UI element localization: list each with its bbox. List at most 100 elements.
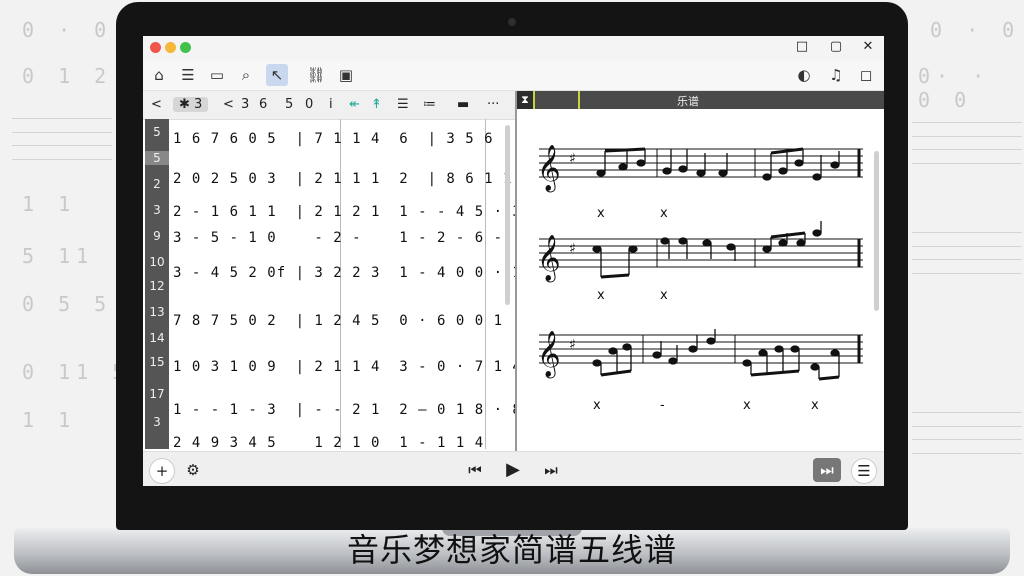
add-button[interactable]: + xyxy=(149,458,175,484)
bell-icon[interactable]: ♫ xyxy=(825,64,847,86)
more-button[interactable]: ··· xyxy=(487,97,499,112)
bg-staff-left xyxy=(12,118,112,160)
score-mark: x xyxy=(743,398,751,413)
svg-text:♯: ♯ xyxy=(569,241,576,257)
bg-numbers-left-3: 1 1 xyxy=(22,192,77,216)
list-icon[interactable]: ☰ xyxy=(177,64,199,86)
flat-button[interactable]: ↟ xyxy=(371,97,382,112)
staff-header: ⧗ 乐谱 xyxy=(517,91,884,109)
previous-icon[interactable]: ⏮ xyxy=(463,458,487,482)
treble-clef-icon: 𝄞 xyxy=(537,145,561,193)
maximize-button[interactable]: ▢ xyxy=(827,38,845,56)
jianpu-toolbar: < ✱ 3 < 3 6 5 0 i ↞ ↟ ☰ ≔ ▬ ··· xyxy=(143,91,515,120)
prev-button[interactable]: < xyxy=(223,97,234,112)
jianpu-row[interactable]: 1 6 7 6 0 5 | 7 1 1 4 6 | 3 5 6 : | 6 4 … xyxy=(173,131,615,147)
score-mark: x xyxy=(660,288,668,303)
bg-staff-right-3 xyxy=(912,412,1022,454)
measure-number: 12 xyxy=(149,279,165,293)
zoom-traffic-light[interactable] xyxy=(180,42,191,53)
score-mark: x xyxy=(597,288,605,303)
jianpu-scrollbar[interactable] xyxy=(505,125,510,305)
note-icon[interactable]: ▭ xyxy=(206,64,228,86)
jianpu-row[interactable]: 2 - 1 6 1 1 | 2 1 2 1 1 - - 4 5 · 3 4 xyxy=(173,204,549,220)
select-tool-icon[interactable]: ↖ xyxy=(266,64,288,86)
bg-numbers-left-6: 0 11 5 xyxy=(22,360,131,384)
lines-button[interactable]: ☰ xyxy=(397,97,409,112)
measure-number: 15 xyxy=(149,355,165,369)
measure-number: 3 xyxy=(153,415,161,429)
main-toolbar: ⌂ ☰ ▭ ⌕ ↖ ⛓ ▣ ◐ ♫ ◻ xyxy=(143,60,884,91)
score-mark: x xyxy=(660,206,668,221)
measure-number: 17 xyxy=(149,387,165,401)
column-divider xyxy=(485,119,486,449)
value-5[interactable]: 5 xyxy=(285,97,293,112)
svg-text:♯: ♯ xyxy=(569,337,576,353)
bg-staff-right-1 xyxy=(912,122,1022,164)
staff-scrollbar[interactable] xyxy=(874,151,879,311)
measure-number: 10 xyxy=(149,255,165,269)
measure-number: 14 xyxy=(149,331,165,345)
staff-panel: ⧗ 乐谱 𝄞 ♯ x x 𝄞 ♯ x x 𝄞 ♯ x - x x xyxy=(517,91,884,451)
jianpu-row[interactable]: 2 4 9 3 4 5 1 2 1 0 1 - 1 1 4 1 1 xyxy=(173,435,493,449)
back-button[interactable]: < xyxy=(151,97,162,112)
staff-tag[interactable]: ⧗ xyxy=(517,91,533,109)
column-divider xyxy=(340,119,341,449)
staff-system-1: 𝄞 ♯ x x xyxy=(537,145,863,221)
measure-number: 9 xyxy=(153,229,161,243)
jianpu-row[interactable]: 1 - - 1 - 3 | - - 2 1 2 — 0 1 8 · 8 6 xyxy=(173,402,549,418)
treble-clef-icon: 𝄞 xyxy=(537,235,561,283)
palette-icon[interactable]: ◐ xyxy=(793,64,815,86)
chat-icon[interactable]: ◻ xyxy=(855,64,877,86)
info-button[interactable]: i xyxy=(329,97,333,112)
home-icon[interactable]: ⌂ xyxy=(148,64,170,86)
menu-button[interactable]: ☰ xyxy=(851,458,877,484)
measure-numbers: 5 5 2 3 9 10 12 13 14 15 17 3 xyxy=(145,119,169,449)
search-icon[interactable]: ⌕ xyxy=(235,64,257,86)
score-mark: - xyxy=(660,398,665,413)
treble-clef-icon: 𝄞 xyxy=(537,331,561,379)
staff-header-label: 乐谱 xyxy=(677,95,699,108)
staff-score[interactable]: 𝄞 ♯ x x 𝄞 ♯ x x 𝄞 ♯ x - x x xyxy=(517,109,884,451)
link-icon[interactable]: ⛓ xyxy=(305,64,327,86)
sharp-button[interactable]: ↞ xyxy=(349,97,360,112)
staff-system-2: 𝄞 ♯ x x xyxy=(537,221,863,303)
image-icon[interactable]: ▣ xyxy=(335,64,357,86)
measure-number: 2 xyxy=(153,177,161,191)
bg-numbers-left-4: 5 11 xyxy=(22,244,95,268)
bg-numbers-right-2: 0· · 0 0 xyxy=(918,64,991,112)
settings-icon[interactable]: ⚙ xyxy=(181,458,205,482)
score-mark: x xyxy=(597,206,605,221)
title-bar: □ ▢ ✕ xyxy=(143,36,884,60)
jianpu-row[interactable]: 1 0 3 1 0 9 | 2 1 1 4 3 - 0 · 7 1 4 1 xyxy=(173,359,549,375)
minimize-button[interactable]: □ xyxy=(793,38,811,56)
jianpu-row[interactable]: 7 8 7 5 0 2 | 1 2 4 5 0 · 6 0 0 1 : 8 0 … xyxy=(173,313,587,329)
list-button[interactable]: ≔ xyxy=(423,97,436,112)
value-3[interactable]: 3 xyxy=(241,97,249,112)
close-traffic-light[interactable] xyxy=(150,42,161,53)
jianpu-row[interactable]: 3 - 5 - 1 0 - 2 - 1 - 2 - 6 - 4 xyxy=(173,230,530,246)
camera xyxy=(508,18,516,26)
bar-button[interactable]: ▬ xyxy=(457,97,469,112)
measure-number: 5 xyxy=(153,125,161,139)
bg-numbers-left-7: 1 1 xyxy=(22,408,77,432)
value-0[interactable]: 0 xyxy=(305,97,313,112)
step-forward-button[interactable]: ⏭ xyxy=(813,458,841,482)
play-icon[interactable]: ▶ xyxy=(501,458,525,482)
value-6[interactable]: 6 xyxy=(259,97,267,112)
mode-toggle[interactable]: ✱ 3 xyxy=(173,97,209,112)
close-button[interactable]: ✕ xyxy=(859,38,877,56)
bg-staff-right-2 xyxy=(912,232,1022,274)
jianpu-panel: < ✱ 3 < 3 6 5 0 i ↞ ↟ ☰ ≔ ▬ ··· 5 5 2 3 … xyxy=(143,91,615,451)
measure-number: 13 xyxy=(149,305,165,319)
playhead-tick xyxy=(533,91,535,109)
jianpu-row[interactable]: 2 0 2 5 0 3 | 2 1 1 1 2 | 8 6 1 1 3 1 xyxy=(173,171,559,187)
playback-bar: + ⚙ ⏮ ▶ ⏭ ⏭ ☰ xyxy=(143,451,884,486)
minimize-traffic-light[interactable] xyxy=(165,42,176,53)
playhead-tick xyxy=(578,91,580,109)
bg-numbers-right-1: 0 · 0 xyxy=(930,18,1021,42)
jianpu-row[interactable]: 3 - 4 5 2 0f | 3 2 2 3 1 - 4 0 0 · 1 3 xyxy=(173,265,549,281)
next-icon[interactable]: ⏭ xyxy=(539,458,563,482)
measure-number: 3 xyxy=(153,203,161,217)
svg-text:♯: ♯ xyxy=(569,151,576,167)
staff-system-3: 𝄞 ♯ x - x x xyxy=(537,329,863,413)
